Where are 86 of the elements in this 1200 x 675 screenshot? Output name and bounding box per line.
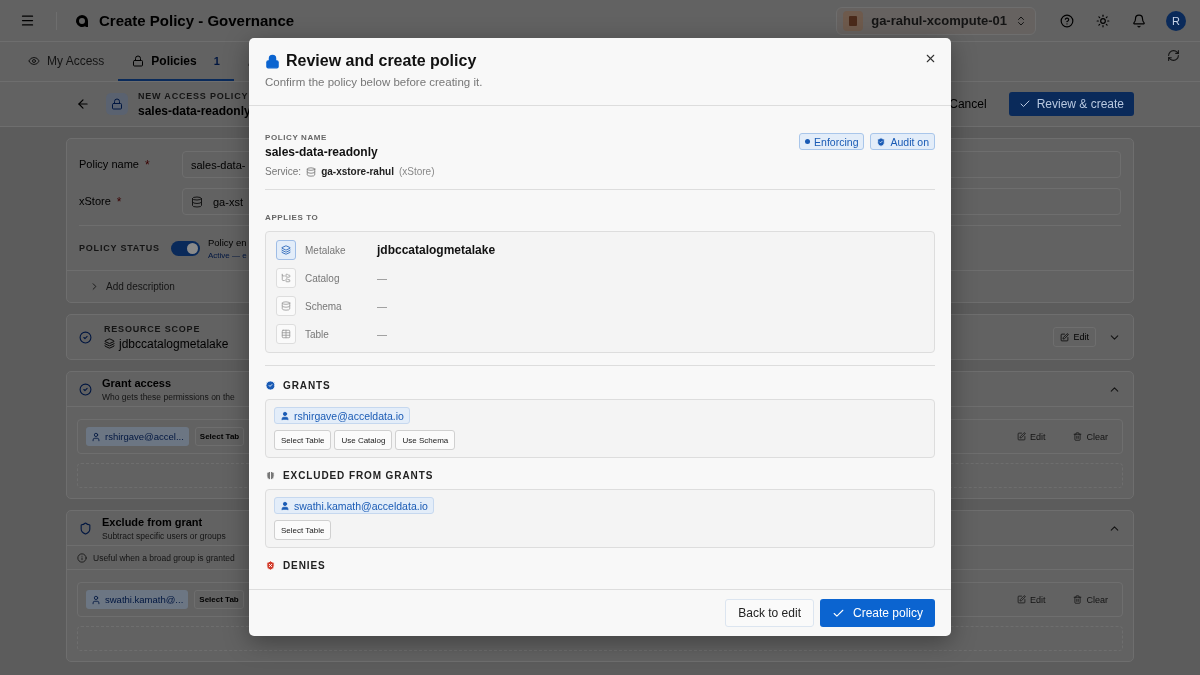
field-label: Policy name * [79,157,151,172]
note-text: Useful when a broad group is granted [93,552,235,563]
scope-label: Table [305,328,330,340]
edit-icon [1016,595,1026,604]
user-icon [91,594,101,605]
principal-chip: rshirgave@acceldata.io [274,407,410,424]
check-circle-icon [79,330,92,344]
user-avatar[interactable]: R [1166,10,1186,31]
status-badge: Audit on [870,133,935,150]
logo-icon [75,13,89,28]
status-toggle[interactable] [171,240,200,256]
database-icon [306,166,317,177]
shield-icon [79,521,92,535]
lock-icon [106,93,128,115]
status-label: POLICY STATUS [79,243,161,253]
status-note: Active — e [208,250,247,260]
section-subtitle: Who gets these permissions on the [102,391,235,402]
field-label: xStore * [79,194,123,209]
section-title: GRANTS [283,379,331,391]
user-icon [280,410,290,421]
edit-icon [1016,432,1026,441]
policy-name: sales-data-readonly [265,145,379,159]
privilege-tag: Use Schema [395,430,456,450]
layers-icon [104,338,115,349]
close-icon [924,52,937,65]
privilege-tag: Select Tab [194,590,244,609]
edit-button[interactable]: Edit [1010,430,1052,443]
section-title: EXCLUDED FROM GRANTS [283,469,434,481]
chevron-icon [1015,14,1027,27]
lock-icon [265,53,280,69]
check-circle-icon [265,379,276,391]
section-title: Exclude from grant [102,515,204,528]
clear-button[interactable]: Clear [1067,430,1114,443]
scope-value: — [377,272,387,284]
trash-icon [1073,432,1083,441]
section-label: APPLIES TO [265,213,319,222]
field-label: POLICY NAME [265,133,328,142]
user-icon [91,431,101,442]
scope-value: — [377,300,387,312]
principal-chip: swathi.kamath@... [86,590,189,609]
edit-button[interactable]: Edit [1053,327,1096,347]
shield-x-icon [265,559,276,571]
principal-chip: swathi.kamath@acceldata.io [274,497,434,514]
edit-icon [1060,332,1070,342]
review-create-button[interactable]: Review & create [1008,92,1134,116]
check-circle-icon [79,382,92,396]
scope-value: jdbccatalogmetalake [104,336,229,351]
eyebrow-label: RESOURCE SCOPE [104,323,202,334]
back-to-edit-button[interactable]: Back to edit [725,599,814,627]
privilege-tag: Select Table [274,520,332,540]
scope-value: jdbccatalogmetalake [377,243,496,257]
status-title: Policy en [208,236,247,248]
dialog-subtitle: Confirm the policy below before creating it. [265,76,484,88]
service-type: (xStore) [398,166,435,177]
scope-label: Schema [305,300,343,312]
privilege-tag: Select Table [274,430,332,450]
database-icon [191,195,203,208]
workspace-selector[interactable]: ga-rahul-xcompute-01 [836,6,1036,35]
eyebrow-label: NEW ACCESS POLICY [138,90,250,101]
clear-button[interactable]: Clear [1067,593,1114,606]
workspace-icon [843,10,864,31]
privilege-tag: Use Catalog [334,430,393,450]
tab[interactable]: My Access [14,42,119,81]
scope-label: Metalake [305,244,347,256]
info-icon [77,552,87,563]
scope-value: — [377,328,387,340]
app-title: Create Policy - Governance [99,12,295,29]
service-label: Service: [265,166,302,177]
check-icon [1018,98,1031,110]
policy-name: sales-data-readonly [138,103,251,118]
edit-button[interactable]: Edit [1010,593,1052,606]
create-policy-button[interactable]: Create policy [819,599,935,627]
service-name: ga-xstore-rahul [321,166,394,177]
scope-label: Catalog [305,272,341,284]
user-icon [280,500,290,511]
status-badge: Enforcing [799,133,865,150]
principal-chip: rshirgave@accel... [86,427,189,446]
dialog-title: Review and create policy [286,52,477,70]
section-title: Grant access [102,376,173,389]
privilege-tag: Select Tab [194,427,245,446]
lock-icon [132,54,145,67]
eye-icon [28,54,40,67]
section-subtitle: Subtract specific users or groups [102,530,226,541]
shield-icon [265,469,276,481]
section-title: DENIES [283,559,326,571]
trash-icon [1073,595,1083,604]
